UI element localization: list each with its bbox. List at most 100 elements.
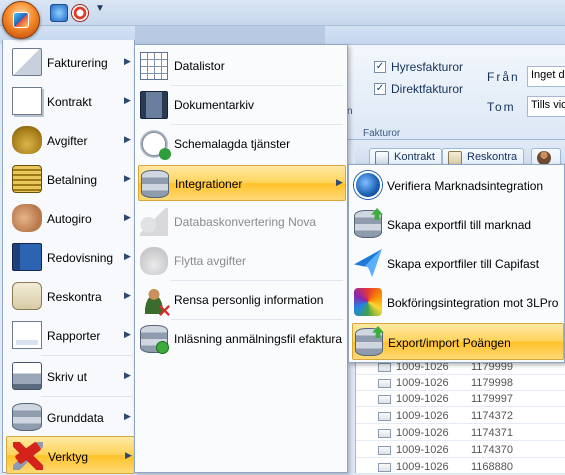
printer-icon — [12, 362, 42, 390]
table-row[interactable]: 1009-1026 1179999 — [356, 361, 565, 375]
database-arrow-icon — [141, 170, 169, 198]
checkbox-label: Hyresfakturor — [391, 60, 464, 74]
menu-item-redovisning[interactable]: Redovisning ▶ — [6, 238, 135, 277]
envelope-icon — [378, 446, 391, 455]
submenu-item-databaskonvertering-nova[interactable]: Databaskonvertering Nova — [138, 204, 346, 240]
flyout-item-skapa-exportfiler-capifast[interactable]: Skapa exportfiler till Capifast — [352, 245, 564, 282]
paper-plane-icon — [354, 249, 382, 277]
database-upload-icon — [354, 208, 383, 238]
checkbox-checked-icon[interactable]: ✓ — [374, 83, 386, 95]
moneybag-gray-icon — [140, 247, 168, 275]
flyout-item-bokforingsintegration-3lpro[interactable]: Bokföringsintegration mot 3LPro — [352, 284, 564, 321]
submenu-arrow-icon: ▶ — [124, 95, 131, 105]
remove-x-icon — [159, 305, 170, 316]
table-cell: 1168880 — [471, 461, 514, 473]
menu-item-rapporter[interactable]: Rapporter ▶ — [6, 316, 135, 355]
submenu-item-label: Schemalagda tjänster — [174, 137, 291, 151]
submenu-item-label: Rensa personlig information — [174, 293, 324, 307]
submenu-item-label: Datalistor — [174, 59, 225, 73]
submenu-item-dokumentarkiv[interactable]: Dokumentarkiv — [138, 87, 346, 123]
menu-item-betalning[interactable]: Betalning ▶ — [6, 160, 135, 199]
menu-item-verktyg[interactable]: Verktyg ▶ — [6, 436, 135, 474]
checkbox-direktfakturor[interactable]: ✓ Direktfakturor — [374, 82, 463, 96]
from-label: Från — [487, 70, 520, 84]
submenu-arrow-icon: ▶ — [124, 370, 131, 380]
menu-item-label: Skriv ut — [47, 370, 88, 384]
submenu-item-inlasning-anmalningsfil[interactable]: Inläsning anmälningsfil efaktura — [138, 321, 346, 357]
menu-separator — [171, 319, 343, 320]
to-date-input[interactable]: Tills vid — [527, 96, 565, 117]
contract-icon — [12, 87, 42, 115]
upload-arrow-icon — [372, 326, 384, 338]
submenu-item-flytta-avgifter[interactable]: Flytta avgifter — [138, 243, 346, 279]
table-cell: 1009-1026 — [396, 444, 449, 456]
menu-item-label: Reskontra — [47, 290, 102, 304]
table-row[interactable]: 1009-1026 1174372 — [356, 410, 565, 424]
submenu-item-integrationer[interactable]: Integrationer ▶ — [138, 165, 346, 201]
menu-separator — [171, 85, 343, 86]
from-date-input[interactable]: Inget da — [527, 66, 565, 87]
submenu-item-label: Dokumentarkiv — [174, 98, 255, 112]
submenu-item-label: Inläsning anmälningsfil efaktura — [174, 332, 343, 346]
ribbon-group-label: Fakturor — [363, 128, 401, 139]
menu-item-avgifter[interactable]: Avgifter ▶ — [6, 121, 135, 160]
database-icon — [12, 403, 42, 431]
envelope-icon — [12, 48, 42, 76]
clock-icon — [140, 130, 171, 160]
menu-item-kontrakt[interactable]: Kontrakt ▶ — [6, 82, 135, 121]
tab-label: Reskontra — [467, 151, 518, 163]
menu-item-fakturering[interactable]: Fakturering ▶ — [6, 43, 135, 82]
flyout-item-export-import-poangen[interactable]: Export/import Poängen — [352, 323, 564, 360]
database-export-icon — [355, 326, 384, 356]
menu-item-reskontra[interactable]: Reskontra ▶ — [6, 277, 135, 316]
flyout-item-label: Skapa exportfiler till Capifast — [387, 257, 540, 271]
menu-item-label: Verktyg — [48, 450, 89, 464]
submenu-item-datalistor[interactable]: Datalistor — [138, 48, 346, 84]
application-orb-button[interactable] — [2, 1, 40, 39]
quick-access-dropdown-icon[interactable]: ▼ — [95, 3, 105, 14]
submenu-arrow-icon: ▶ — [124, 212, 131, 222]
envelope-icon — [378, 429, 391, 438]
submenu-item-label: Flytta avgifter — [174, 254, 247, 268]
app-logo-icon — [13, 12, 29, 28]
to-label: Tom — [487, 100, 516, 114]
menu-item-label: Autogiro — [47, 212, 92, 226]
table-cell: 1179998 — [471, 377, 514, 389]
envelope-icon — [378, 412, 391, 421]
flyout-item-verifiera-marknadsintegration[interactable]: Verifiera Marknadsintegration — [352, 167, 564, 204]
submenu-item-schemalagda-tjanster[interactable]: Schemalagda tjänster — [138, 126, 346, 162]
table-row[interactable]: 1009-1026 1174370 — [356, 444, 565, 458]
menu-separator — [41, 396, 133, 397]
menu-item-grunddata[interactable]: Grunddata ▶ — [6, 398, 135, 437]
menu-item-label: Betalning — [47, 173, 98, 187]
flyout-item-label: Export/import Poängen — [388, 336, 511, 350]
table-cell: 1009-1026 — [396, 410, 449, 422]
table-row[interactable]: 1009-1026 1174371 — [356, 427, 565, 441]
checkbox-checked-icon[interactable]: ✓ — [374, 61, 386, 73]
menu-item-autogiro[interactable]: Autogiro ▶ — [6, 199, 135, 238]
play-icon — [159, 148, 171, 160]
scroll-icon — [448, 151, 462, 165]
verktyg-submenu: Datalistor Dokumentarkiv Schemalagda tjä… — [134, 44, 348, 473]
refresh-icon[interactable] — [50, 4, 68, 22]
menu-item-label: Rapporter — [47, 329, 101, 343]
menu-item-label: Avgifter — [47, 134, 88, 148]
envelope-icon — [378, 379, 391, 388]
person-remove-icon — [140, 286, 170, 316]
moneybag-icon — [12, 126, 42, 154]
submenu-arrow-icon: ▶ — [336, 177, 343, 187]
import-arrow-icon — [156, 341, 169, 354]
lifebuoy-help-icon[interactable] — [71, 4, 89, 22]
table-cell: 1009-1026 — [396, 377, 449, 389]
table-row[interactable]: 1009-1026 1179997 — [356, 393, 565, 407]
flyout-item-skapa-exportfil-marknad[interactable]: Skapa exportfil till marknad — [352, 206, 564, 243]
tools-icon — [13, 441, 43, 470]
menu-item-skriv-ut[interactable]: Skriv ut ▶ — [6, 357, 135, 396]
submenu-arrow-icon: ▶ — [125, 450, 132, 460]
table-row[interactable]: 1009-1026 1179998 — [356, 377, 565, 391]
server-icon — [140, 91, 168, 119]
submenu-arrow-icon: ▶ — [124, 173, 131, 183]
checkbox-hyresfakturor[interactable]: ✓ Hyresfakturor — [374, 60, 463, 74]
submenu-item-rensa-personlig-information[interactable]: Rensa personlig information — [138, 282, 346, 318]
submenu-arrow-icon: ▶ — [124, 329, 131, 339]
